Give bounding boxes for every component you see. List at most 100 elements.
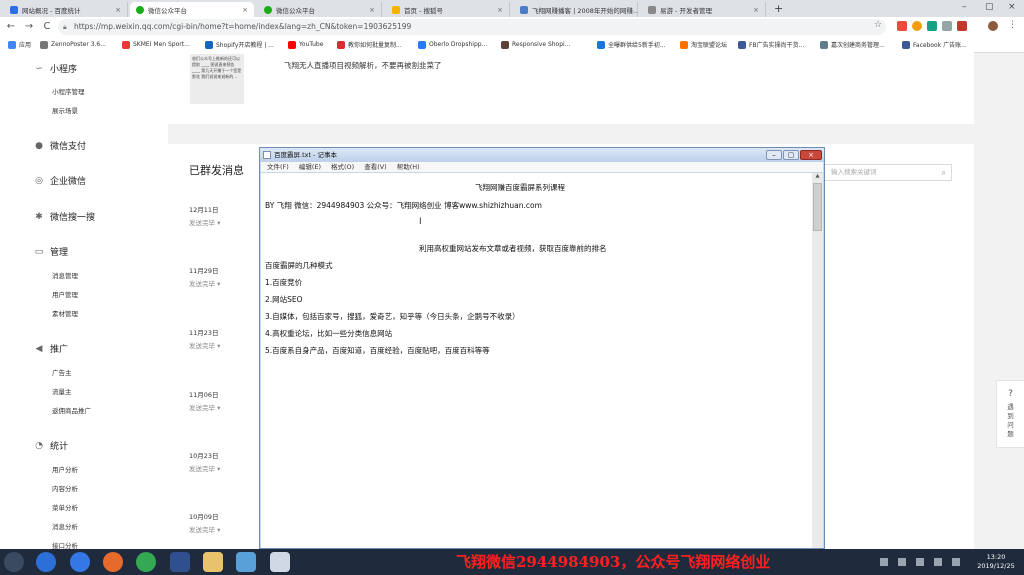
- history-item[interactable]: 11月29日 发送完毕 ▾: [189, 265, 220, 288]
- article-title[interactable]: 飞翔无人直播项目视频解析，不要再被割韭菜了: [284, 60, 442, 71]
- app-icon[interactable]: [170, 552, 190, 572]
- close-window-button[interactable]: ×: [1008, 2, 1016, 12]
- bookmark-item[interactable]: ZennoPoster 3.6...: [40, 39, 106, 50]
- reload-button[interactable]: C: [40, 20, 54, 34]
- vertical-scrollbar[interactable]: ▲: [812, 173, 823, 548]
- tab-wechat-mp[interactable]: 微信公众平台 ×: [258, 2, 382, 17]
- app-icon[interactable]: [103, 552, 123, 572]
- folder-icon[interactable]: [203, 552, 223, 572]
- bookmark-item[interactable]: FB广告实操尚干货...: [738, 39, 804, 50]
- tab-sohu[interactable]: 首页 - 搜狐号 ×: [386, 2, 510, 17]
- tab-yiyou[interactable]: 易游 - 开发者管理 ×: [642, 2, 766, 17]
- sidebar-section[interactable]: ◎ 企业微信: [34, 174, 86, 188]
- sidebar-subitem[interactable]: 用户分析: [52, 464, 78, 474]
- status-dropdown[interactable]: 发送完毕 ▾: [189, 340, 220, 350]
- tab-wechat-mp-active[interactable]: 微信公众平台 ×: [130, 2, 254, 17]
- tray-icon[interactable]: [898, 558, 906, 566]
- bookmark-item[interactable]: Responsive Shopi...: [501, 39, 570, 50]
- bookmark-item[interactable]: 嘉次创建商务管理...: [820, 39, 885, 50]
- sidebar-subitem[interactable]: 流量主: [52, 386, 72, 396]
- pdf-extension-icon[interactable]: [957, 21, 967, 31]
- status-dropdown[interactable]: 发送完毕 ▾: [189, 402, 220, 412]
- close-icon[interactable]: ×: [242, 6, 248, 14]
- bookmark-item[interactable]: SKMEI Men Sport...: [122, 39, 190, 50]
- chrome-icon[interactable]: [136, 552, 156, 572]
- maximize-button[interactable]: ▢: [783, 150, 799, 160]
- status-dropdown[interactable]: 发送完毕 ▾: [189, 278, 220, 288]
- bookmark-item[interactable]: YouTube: [288, 39, 323, 50]
- app-icon[interactable]: [36, 552, 56, 572]
- sidebar-subitem[interactable]: 消息管理: [52, 270, 78, 280]
- sidebar-section[interactable]: ✱ 微信搜一搜: [34, 210, 95, 224]
- menu-item[interactable]: 查看(V): [364, 162, 387, 172]
- extension-icon[interactable]: [927, 21, 937, 31]
- sidebar-subitem[interactable]: 用户管理: [52, 289, 78, 299]
- sidebar-subitem[interactable]: 广告主: [52, 367, 72, 377]
- status-dropdown[interactable]: 发送完毕 ▾: [189, 217, 220, 227]
- sidebar-subitem[interactable]: 菜单分析: [52, 502, 78, 512]
- network-icon[interactable]: [952, 558, 960, 566]
- forward-button[interactable]: →: [22, 20, 36, 34]
- bookmark-item[interactable]: 淘宝联盟论坛: [680, 39, 727, 50]
- history-item[interactable]: 12月11日 发送完毕 ▾: [189, 204, 220, 227]
- search-icon[interactable]: ⌕: [942, 165, 946, 180]
- minimize-button[interactable]: –: [766, 150, 782, 160]
- menu-icon[interactable]: ⋮: [1008, 20, 1017, 30]
- sidebar-section[interactable]: ◀ 推广: [34, 342, 68, 356]
- notepad-title-bar[interactable]: 百度霸屏.txt - 记事本: [260, 148, 824, 162]
- status-dropdown[interactable]: 发送完毕 ▾: [189, 524, 220, 534]
- minimize-button[interactable]: –: [962, 2, 967, 12]
- sidebar-subitem[interactable]: 消息分析: [52, 521, 78, 531]
- search-input[interactable]: 输入搜索关键词 ⌕: [824, 164, 952, 181]
- history-item[interactable]: 10月09日 发送完毕 ▾: [189, 511, 220, 534]
- menu-item[interactable]: 编辑(E): [299, 162, 321, 172]
- back-button[interactable]: ←: [4, 20, 18, 34]
- sidebar-section[interactable]: ● 微信支付: [34, 139, 86, 153]
- bookmark-item[interactable]: 应用: [8, 39, 31, 50]
- bookmark-item[interactable]: 教你如何批量复制...: [337, 39, 402, 50]
- start-icon[interactable]: [4, 552, 24, 572]
- notepad-taskbar-icon[interactable]: [236, 552, 256, 572]
- star-icon[interactable]: ☆: [874, 20, 882, 30]
- history-item[interactable]: 11月06日 发送完毕 ▾: [189, 389, 220, 412]
- article-thumbnail[interactable]: 爸们公众号上推新的还可以 提前 ____ 图说直来预告 ____ 第几天开播于一…: [190, 54, 244, 104]
- close-icon[interactable]: ×: [497, 6, 503, 14]
- extension-icon[interactable]: [912, 21, 922, 31]
- sidebar-subitem[interactable]: 素材管理: [52, 308, 78, 318]
- tray-icon[interactable]: [880, 558, 888, 566]
- close-button[interactable]: ×: [800, 150, 822, 160]
- sidebar-section[interactable]: ▭ 管理: [34, 245, 68, 259]
- new-tab-button[interactable]: +: [774, 2, 783, 15]
- url-input[interactable]: 🔒︎ https://mp.weixin.qq.com/cgi-bin/home…: [58, 19, 886, 35]
- volume-icon[interactable]: [934, 558, 942, 566]
- bookmark-item[interactable]: Oberlo Dropshipp...: [418, 39, 487, 50]
- tab-baidu-stats[interactable]: 网站概况 - 百度统计 ×: [4, 2, 128, 17]
- menu-item[interactable]: 文件(F): [267, 162, 289, 172]
- tab-blog[interactable]: 飞翔网赚播客 | 2008年开始的网赚…×: [514, 2, 638, 17]
- history-item[interactable]: 11月23日 发送完毕 ▾: [189, 327, 220, 350]
- scroll-thumb[interactable]: [813, 183, 822, 231]
- close-icon[interactable]: ×: [115, 6, 121, 14]
- sidebar-section[interactable]: ◔ 统计: [34, 439, 68, 453]
- sidebar-subitem[interactable]: 内容分析: [52, 483, 78, 493]
- sidebar-subitem[interactable]: 小程序管理: [52, 86, 85, 96]
- menu-item[interactable]: 格式(O): [331, 162, 354, 172]
- extension-icon[interactable]: [897, 21, 907, 31]
- history-item[interactable]: 10月23日 发送完毕 ▾: [189, 450, 220, 473]
- help-float-button[interactable]: ? 遇到问题: [996, 380, 1024, 448]
- sidebar-subitem[interactable]: 展示场景: [52, 105, 78, 115]
- status-dropdown[interactable]: 发送完毕 ▾: [189, 463, 220, 473]
- notepad-text-area[interactable]: 飞翔网赚百度霸屏系列课程 BY 飞翔 微信：2944984903 公众号：飞翔网…: [261, 173, 812, 548]
- extension-icon[interactable]: [942, 21, 952, 31]
- bookmark-item[interactable]: Shopify开店教程 | ...: [205, 39, 274, 50]
- taskbar-clock[interactable]: 13:20 2019/12/25: [973, 553, 1019, 571]
- bookmark-item[interactable]: Facebook 广告账...: [902, 39, 967, 50]
- menu-item[interactable]: 帮助(H): [397, 162, 420, 172]
- sidebar-subitem[interactable]: 返佣商品推广: [52, 405, 91, 415]
- search-icon[interactable]: [270, 552, 290, 572]
- maximize-button[interactable]: ▢: [985, 2, 994, 12]
- browser-icon[interactable]: [70, 552, 90, 572]
- close-icon[interactable]: ×: [753, 6, 759, 14]
- avatar[interactable]: [988, 21, 998, 31]
- close-icon[interactable]: ×: [369, 6, 375, 14]
